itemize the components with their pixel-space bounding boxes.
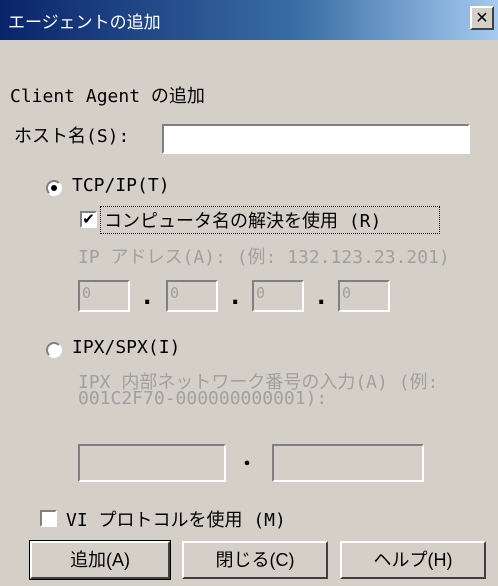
ip-dot-1: . — [140, 282, 155, 310]
host-name-input[interactable] — [162, 124, 470, 154]
ip-address-label: IP アドレス(A): (例: 132.123.23.201) — [78, 247, 450, 268]
close-window-button[interactable]: ✕ — [470, 6, 494, 30]
resolve-name-checkbox[interactable]: ✔ — [80, 211, 97, 228]
vi-protocol-checkbox[interactable] — [40, 510, 57, 527]
ipx-separator: ・ — [238, 454, 256, 475]
resolve-name-label: コンピュータ名の解決を使用 (R) — [104, 211, 382, 232]
window-title: エージェントの追加 — [8, 13, 161, 33]
close-button[interactable]: 閉じる(C) — [182, 541, 328, 579]
ip-dot-3: . — [314, 282, 329, 310]
tcp-ip-label: TCP/IP(T) — [72, 175, 170, 196]
ipx-spx-radio[interactable] — [46, 342, 62, 358]
title-bar: エージェントの追加 ✕ — [0, 0, 498, 40]
vi-protocol-label: VI プロトコルを使用 (M) — [66, 510, 286, 531]
add-button[interactable]: 追加(A) — [29, 540, 171, 580]
add-agent-dialog: エージェントの追加 ✕ Client Agent の追加 ホスト名(S): TC… — [0, 0, 498, 586]
help-button[interactable]: ヘルプ(H) — [340, 541, 486, 579]
ipx-network-input[interactable] — [78, 444, 226, 482]
ipx-node-input[interactable] — [272, 444, 424, 482]
ip-octet-3-input[interactable]: 0 — [252, 280, 304, 312]
host-name-label: ホスト名(S): — [14, 126, 130, 147]
checkmark-icon: ✔ — [82, 210, 95, 228]
ip-octet-2-input[interactable]: 0 — [166, 280, 218, 312]
ip-dot-2: . — [228, 282, 243, 310]
close-icon: ✕ — [475, 8, 489, 27]
tcp-ip-radio[interactable] — [46, 180, 62, 196]
ip-octet-1-input[interactable]: 0 — [78, 280, 130, 312]
ipx-hint-line-2: 001C2F70-000000000001): — [78, 388, 328, 409]
ipx-spx-label: IPX/SPX(I) — [72, 337, 181, 358]
dialog-heading: Client Agent の追加 — [10, 86, 205, 107]
ip-octet-4-input[interactable]: 0 — [338, 280, 390, 312]
